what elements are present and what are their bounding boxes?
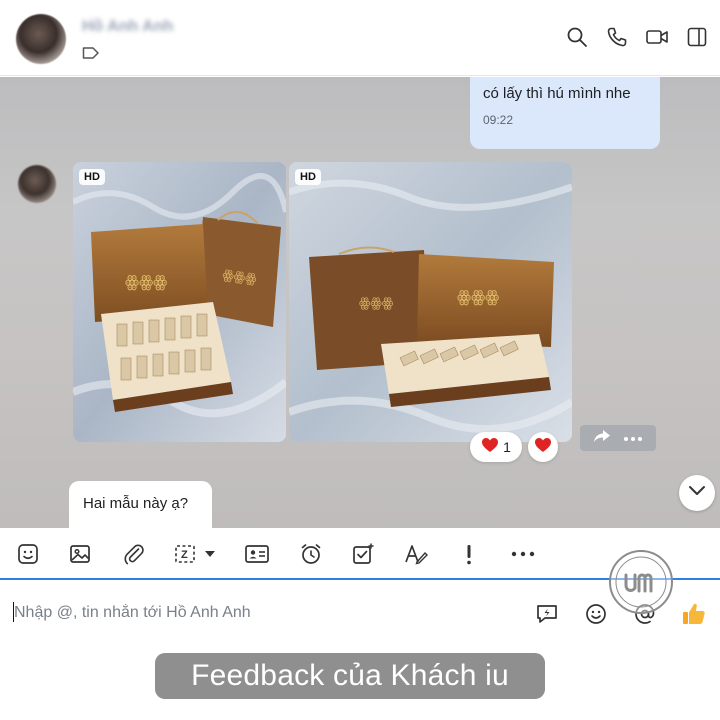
svg-text:ꙮꙮꙮ: ꙮꙮꙮ: [457, 289, 499, 306]
video-icon[interactable]: [644, 24, 670, 50]
reaction-count: 1: [503, 439, 511, 455]
header-actions: [564, 24, 710, 50]
tag-icon[interactable]: [82, 46, 100, 60]
heart-icon: [481, 437, 499, 458]
sidebar-toggle-icon[interactable]: [684, 24, 710, 50]
reminder-icon[interactable]: [297, 540, 325, 568]
caption-label: Feedback của Khách iu: [155, 653, 545, 699]
contact-name[interactable]: Hồ Anh Anh: [82, 18, 173, 36]
svg-text:Z: Z: [181, 549, 188, 561]
conversation-header: Hồ Anh Anh: [0, 0, 720, 76]
outgoing-message[interactable]: có lấy thì hú mình nhe 09:22: [470, 77, 660, 149]
phone-icon[interactable]: [604, 24, 630, 50]
hd-badge: HD: [79, 169, 105, 185]
hd-badge: HD: [295, 169, 321, 185]
more-options-icon[interactable]: [623, 429, 643, 447]
message-input[interactable]: [14, 602, 514, 624]
svg-text:ꙮꙮꙮ: ꙮꙮꙮ: [125, 274, 167, 291]
message-actions: [580, 425, 656, 451]
screenshot-icon[interactable]: Z: [172, 540, 220, 568]
react-heart-button[interactable]: [528, 432, 558, 462]
brand-logo-watermark: [606, 547, 676, 617]
reaction-summary[interactable]: 1: [470, 432, 522, 462]
quick-message-icon[interactable]: [533, 600, 561, 628]
photo-attachment[interactable]: ꙮꙮꙮ ꙮꙮꙮ HD: [289, 162, 572, 442]
heart-icon: [534, 437, 552, 458]
formatting-icon[interactable]: [402, 540, 430, 568]
svg-text:ꙮꙮꙮ: ꙮꙮꙮ: [359, 295, 394, 310]
sticker-icon[interactable]: [14, 540, 42, 568]
task-icon[interactable]: [349, 540, 377, 568]
chevron-down-icon: [688, 484, 706, 502]
message-list[interactable]: có lấy thì hú mình nhe 09:22 ꙮꙮꙮ ꙮꙮꙮ HD …: [0, 77, 720, 528]
attachment-icon[interactable]: [120, 540, 148, 568]
message-time: 09:22: [483, 113, 514, 127]
contact-card-icon[interactable]: [243, 540, 271, 568]
incoming-message[interactable]: Hai mẫu này ạ?: [69, 481, 212, 528]
search-icon[interactable]: [564, 24, 590, 50]
like-icon[interactable]: [680, 600, 708, 628]
chat-window: Hồ Anh Anh có lấy thì hú mình nhe 09:22: [0, 0, 720, 720]
contact-avatar[interactable]: [16, 14, 66, 64]
urgent-icon[interactable]: [455, 540, 483, 568]
sender-avatar[interactable]: [18, 165, 56, 203]
more-icon[interactable]: [509, 540, 537, 568]
image-icon[interactable]: [66, 540, 94, 568]
scroll-to-bottom-button[interactable]: [679, 475, 715, 511]
photo-attachment[interactable]: ꙮꙮꙮ ꙮꙮꙮ HD: [73, 162, 286, 442]
footer: Feedback của Khách iu: [0, 642, 720, 720]
share-icon[interactable]: [593, 429, 611, 448]
message-text: có lấy thì hú mình nhe: [483, 85, 631, 102]
